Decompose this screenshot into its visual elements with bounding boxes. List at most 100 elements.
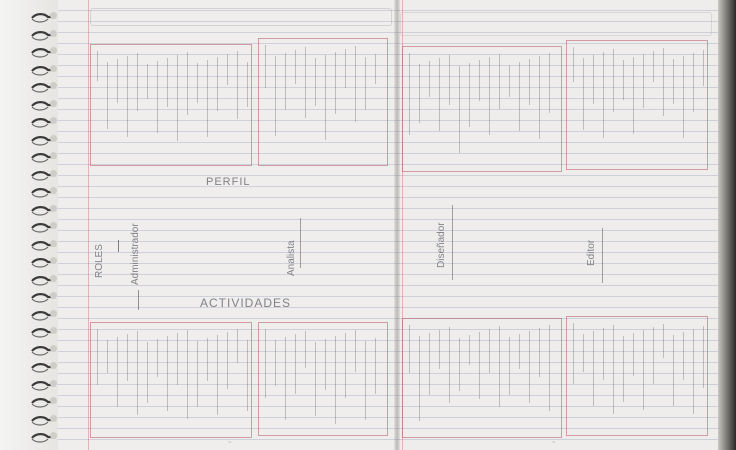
note-box — [402, 46, 562, 172]
handwriting-stroke — [673, 335, 674, 406]
handwriting-stroke — [573, 47, 574, 82]
handwriting-stroke — [295, 334, 296, 394]
handwriting-stroke — [633, 57, 634, 134]
spiral-hole — [50, 257, 57, 264]
handwriting-stroke — [539, 328, 540, 377]
pencil-mark — [118, 240, 119, 252]
handwriting-stroke — [409, 53, 410, 135]
handwriting-stroke — [237, 329, 238, 363]
spiral-hole — [50, 134, 57, 142]
spiral-hole — [50, 239, 57, 247]
handwriting-stroke — [613, 325, 614, 414]
handwriting-stroke — [177, 55, 178, 141]
handwriting-stroke — [157, 339, 158, 377]
handwriting-stroke — [693, 53, 694, 112]
handwriting-stroke — [237, 51, 238, 119]
handwriting-stroke — [355, 330, 356, 372]
handwriting-stroke — [137, 331, 138, 415]
handwriting-stroke — [509, 65, 510, 97]
handwriting-stroke — [227, 54, 228, 85]
note-box — [566, 316, 708, 436]
handwriting-stroke — [375, 338, 376, 394]
handwriting-stroke — [117, 337, 118, 407]
handwriting-stroke — [265, 45, 266, 88]
note-box — [258, 322, 388, 436]
spiral-hole — [50, 222, 57, 229]
spiral-hole — [50, 414, 57, 422]
handwriting-stroke — [217, 335, 218, 415]
handwriting-stroke — [147, 342, 148, 403]
note-box — [566, 40, 708, 170]
note-box — [402, 318, 562, 438]
handwriting-stroke — [217, 57, 218, 111]
handwriting-stroke — [583, 58, 584, 130]
disenador-label: Diseñador — [436, 222, 447, 268]
handwriting-stroke — [117, 59, 118, 103]
spiral-hole — [50, 292, 57, 299]
handwriting-stroke — [583, 334, 584, 372]
handwriting-stroke — [335, 52, 336, 114]
handwriting-stroke — [449, 327, 450, 403]
handwriting-stroke — [247, 340, 248, 411]
handwriting-stroke — [127, 334, 128, 381]
left-header-band — [90, 8, 392, 26]
notebook-gutter — [394, 0, 400, 450]
handwriting-stroke — [107, 340, 108, 373]
spiral-hole — [50, 169, 57, 177]
handwriting-stroke — [613, 49, 614, 112]
handwriting-stroke — [663, 48, 664, 116]
handwriting-stroke — [479, 60, 480, 101]
handwriting-stroke — [469, 335, 470, 365]
handwriting-stroke — [167, 58, 168, 107]
pencil-mark — [300, 218, 301, 268]
handwriting-stroke — [519, 62, 520, 131]
handwriting-stroke — [187, 52, 188, 115]
margin-line-left — [88, 0, 89, 450]
editor-label: Editor — [586, 239, 597, 266]
handwriting-stroke — [643, 54, 644, 108]
handwriting-stroke — [177, 333, 178, 385]
handwriting-stroke — [197, 63, 198, 103]
handwriting-stroke — [197, 341, 198, 407]
handwriting-stroke — [305, 331, 306, 368]
handwriting-stroke — [573, 323, 574, 384]
handwriting-stroke — [593, 331, 594, 406]
pencil-mark — [452, 205, 453, 280]
handwriting-stroke — [439, 58, 440, 131]
handwriting-stroke — [167, 336, 168, 411]
handwriting-stroke — [693, 329, 694, 414]
handwriting-stroke — [419, 64, 420, 123]
notebook-edge — [718, 0, 736, 450]
handwriting-stroke — [207, 60, 208, 137]
handwriting-stroke — [315, 342, 316, 416]
spiral-hole — [50, 99, 57, 107]
spiral-hole — [50, 187, 57, 194]
administrador-label: Administrador — [130, 223, 141, 285]
handwriting-stroke — [315, 58, 316, 106]
handwriting-stroke — [429, 333, 430, 395]
handwriting-stroke — [479, 332, 480, 399]
handwriting-stroke — [137, 53, 138, 111]
analista-label: Analista — [286, 240, 297, 276]
handwriting-stroke — [653, 51, 654, 82]
roles-label: ROLES — [94, 244, 105, 278]
spiral-hole — [50, 327, 57, 334]
spiral-hole — [50, 47, 57, 54]
handwriting-stroke — [325, 55, 326, 140]
handwriting-stroke — [519, 334, 520, 369]
handwriting-stroke — [603, 52, 604, 138]
handwriting-stroke — [187, 330, 188, 419]
spiral-hole — [50, 344, 57, 352]
right-header-band — [400, 12, 712, 36]
handwriting-stroke — [247, 62, 248, 107]
spiral-hole — [50, 117, 57, 124]
handwriting-stroke — [633, 333, 634, 376]
handwriting-stroke — [603, 328, 604, 380]
note-box — [90, 322, 252, 438]
spiral-hole — [50, 379, 57, 387]
handwriting-stroke — [409, 325, 410, 373]
spiral-hole — [50, 362, 57, 369]
handwriting-stroke — [439, 330, 440, 369]
handwriting-stroke — [97, 329, 98, 385]
handwriting-stroke — [285, 337, 286, 420]
